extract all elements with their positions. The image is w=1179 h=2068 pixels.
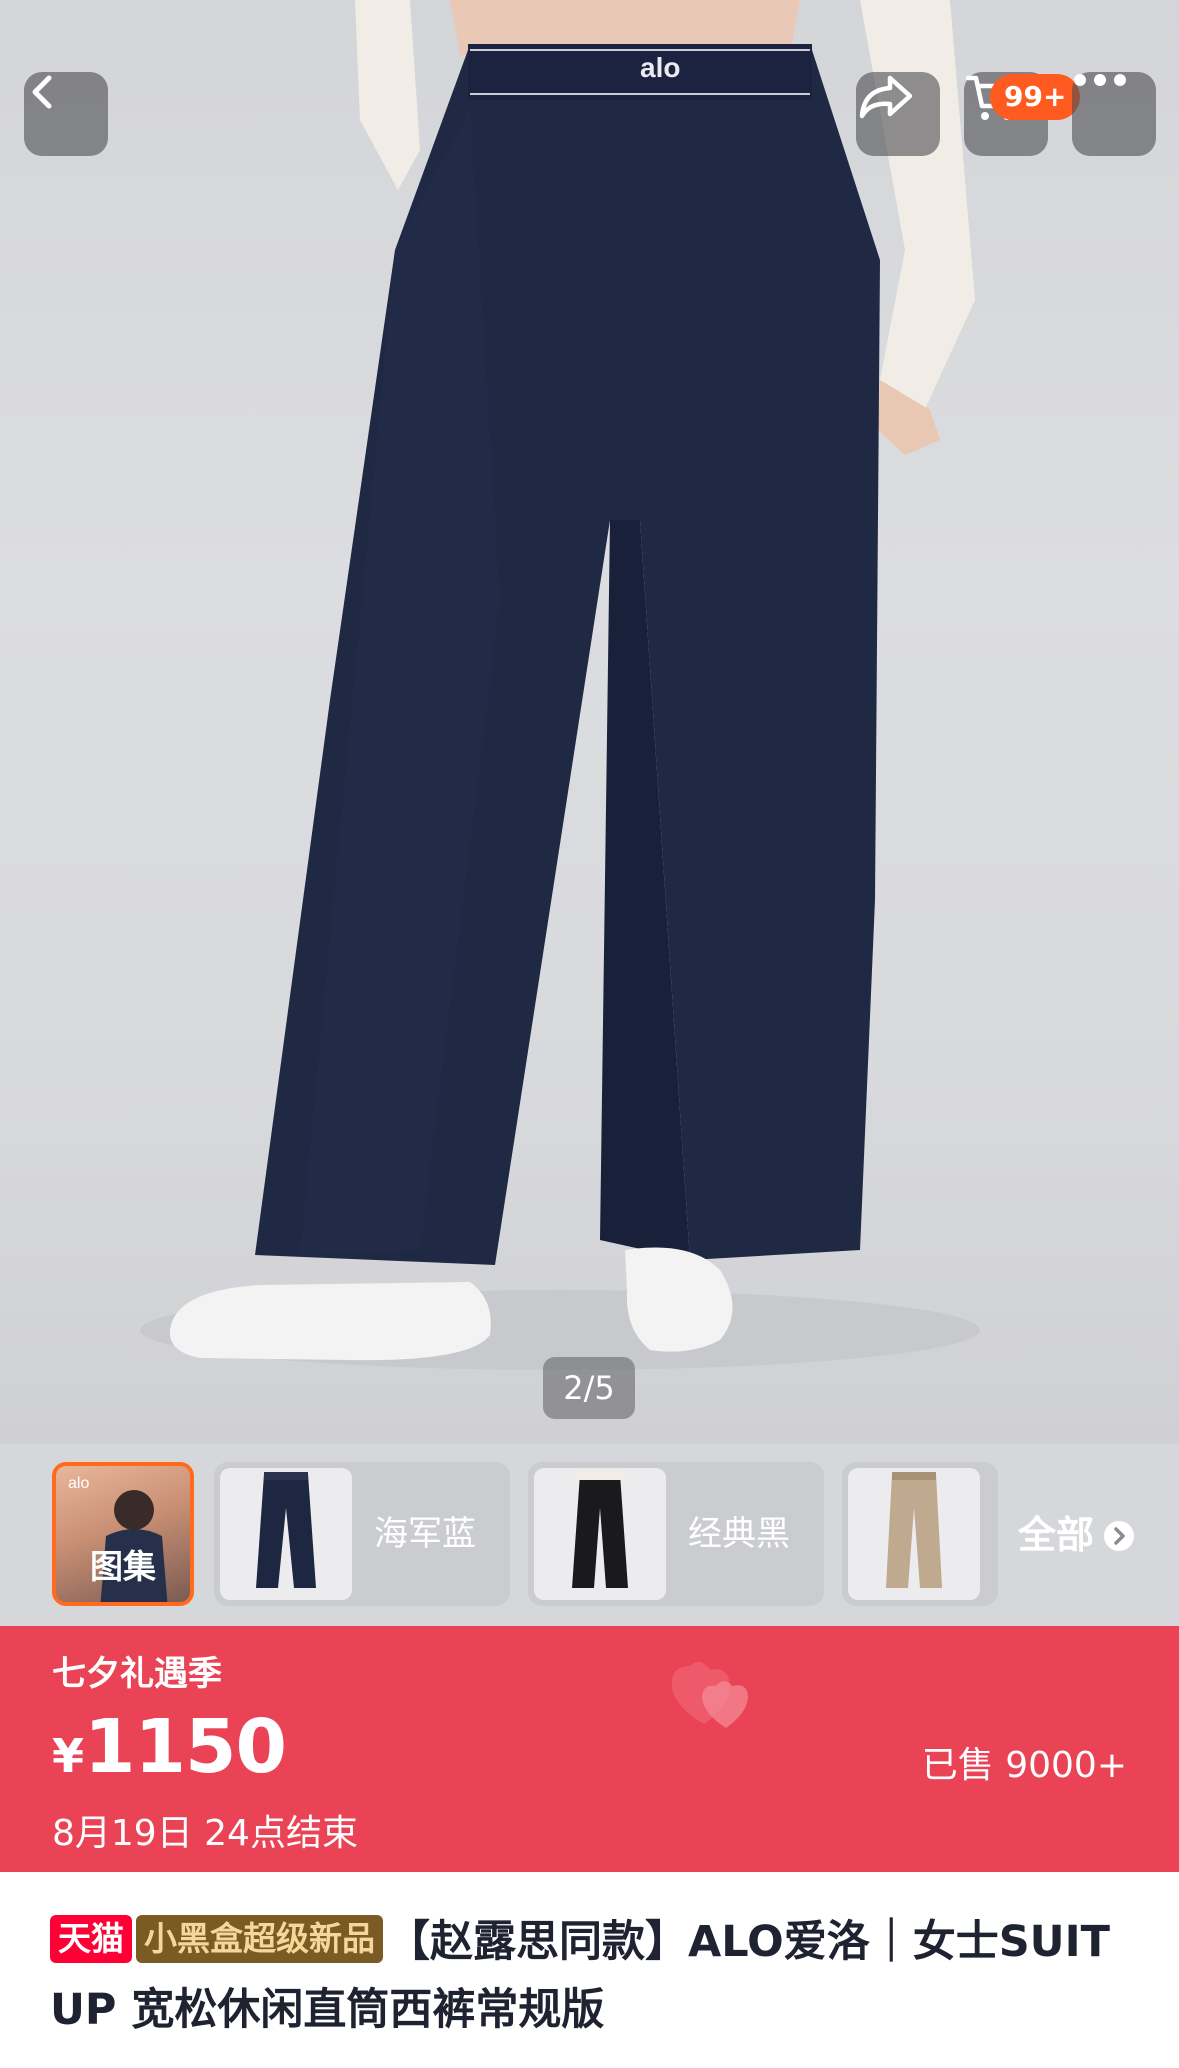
product-image[interactable]: alo 99+ 2/5 — [0, 0, 1179, 1444]
price-currency: ¥ — [52, 1729, 85, 1783]
variant-black-thumb — [534, 1468, 666, 1600]
promo-title: 七夕礼遇季 — [52, 1654, 222, 1694]
tmall-tag: 天猫 — [50, 1915, 132, 1963]
variant-navy-thumb — [220, 1468, 352, 1600]
chevron-right-icon — [1114, 1527, 1125, 1545]
heart-icon — [671, 1661, 748, 1728]
variant-navy-label: 海军蓝 — [374, 1514, 476, 1554]
variant-black-label: 经典黑 — [688, 1514, 790, 1554]
product-photo — [140, 0, 980, 1370]
price: ¥1150 — [52, 1704, 287, 1790]
back-arrow-icon — [32, 75, 52, 109]
share-button[interactable] — [856, 72, 940, 156]
more-icon — [1074, 74, 1126, 86]
new-product-tag: 小黑盒超级新品 — [136, 1915, 383, 1963]
variant-beige-thumb — [848, 1468, 980, 1600]
product-title: 天猫 小黑盒超级新品 【赵露思同款】ALO爱洛｜女士SUIT UP 宽松休闲直筒西裤… — [50, 1908, 1140, 2044]
svg-text:alo: alo — [68, 1475, 89, 1492]
variant-strip: alo 图集 海军蓝 经典黑 — [0, 1444, 1179, 1626]
variant-black[interactable]: 经典黑 — [528, 1462, 824, 1606]
share-icon — [859, 75, 913, 119]
price-banner: 七夕礼遇季 ¥1150 8月19日 24点结束 已售 9000+ — [0, 1626, 1179, 1872]
promo-deadline: 8月19日 24点结束 — [52, 1813, 358, 1854]
gallery-thumb[interactable]: alo 图集 — [52, 1462, 194, 1606]
brand-logo: alo — [640, 52, 681, 83]
all-variants-chevron[interactable] — [1104, 1521, 1134, 1551]
cart-count-badge: 99+ — [990, 74, 1081, 120]
product-title-area: 天猫 小黑盒超级新品 【赵露思同款】ALO爱洛｜女士SUIT UP 宽松休闲直筒西裤… — [0, 1872, 1179, 2068]
variant-beige[interactable] — [842, 1462, 998, 1606]
all-variants-button[interactable]: 全部 — [1018, 1444, 1094, 1626]
sold-count: 已售 9000+ — [921, 1745, 1127, 1786]
price-value: 1150 — [84, 1704, 287, 1790]
image-counter: 2/5 — [543, 1357, 635, 1419]
more-button[interactable] — [1072, 72, 1156, 156]
back-button[interactable] — [24, 72, 108, 156]
gallery-label: 图集 — [90, 1547, 156, 1586]
variant-navy[interactable]: 海军蓝 — [214, 1462, 510, 1606]
